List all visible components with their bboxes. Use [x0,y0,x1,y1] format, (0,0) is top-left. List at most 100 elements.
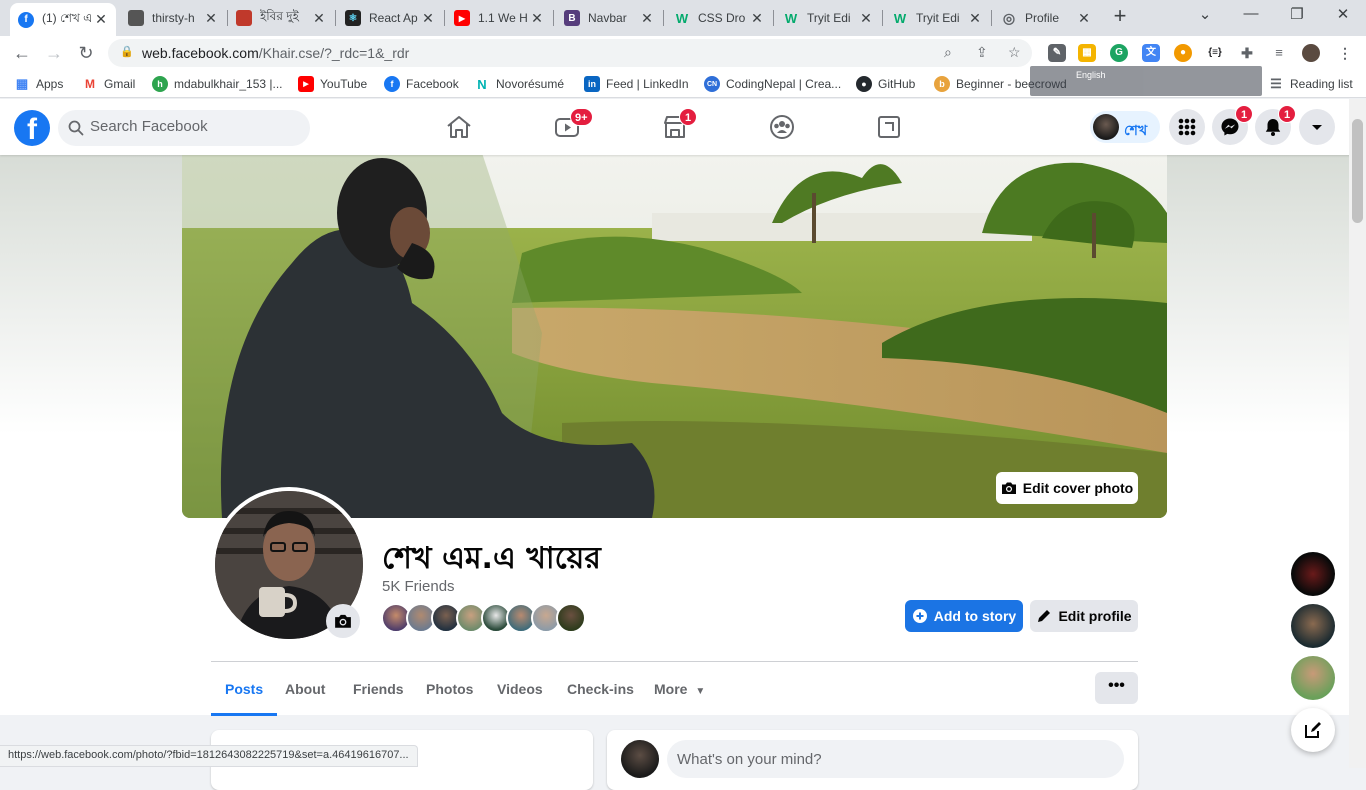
contact-bubble-1[interactable] [1291,552,1335,596]
forward-arrow-icon[interactable]: → [42,41,66,65]
friend-avatar[interactable] [556,603,586,633]
tab-title: 1.1 We H [478,11,528,25]
lock-icon: 🔒 [120,46,134,58]
firefox-extension-icon[interactable]: ● [1174,44,1192,62]
w3schools-favicon-icon: W [893,10,907,26]
bookmark-label: Gmail [104,77,136,91]
scrollbar-thumb[interactable] [1352,119,1363,223]
close-tab-icon[interactable]: ✕ [640,10,654,27]
media-control-icon[interactable]: ≡ [1270,44,1288,62]
profile-shortcut[interactable]: শেখ [1090,111,1160,143]
browser-tab-thirsty[interactable]: thirsty-h ✕ [120,4,226,32]
cover-photo[interactable] [182,153,1167,518]
restore-button[interactable]: ❐ [1282,5,1312,27]
bookmark-gmail[interactable]: M Gmail [82,76,135,92]
extensions-puzzle-icon[interactable]: ✚ [1238,44,1256,62]
eyedropper-extension-icon[interactable]: ✎ [1048,44,1066,62]
close-tab-icon[interactable]: ✕ [530,10,544,27]
profile-options-button[interactable]: ••• [1095,672,1138,704]
youtube-icon: ▶ [298,76,314,92]
zoom-icon[interactable]: ⌕ [944,44,952,61]
close-tab-icon[interactable]: ✕ [859,10,873,27]
browser-tab-tryit-1[interactable]: W Tryit Edi ✕ [775,4,881,32]
page-scrollbar[interactable] [1349,99,1366,768]
composer-input[interactable]: What's on your mind? [667,740,1124,778]
contact-bubble-3[interactable] [1291,656,1335,700]
bookmark-star-icon[interactable]: ☆ [1008,44,1021,61]
caret-down-icon: ▼ [695,686,706,697]
search-box[interactable] [58,110,310,146]
tab-videos[interactable]: Videos [483,662,557,716]
close-tab-icon[interactable]: ✕ [968,10,982,27]
facebook-logo-icon[interactable]: f [14,110,50,146]
edit-cover-photo-button[interactable]: Edit cover photo [996,472,1138,504]
apps-grid-icon: ▦ [15,76,29,91]
browser-tab-news[interactable]: ইবির দুই ✕ [228,4,334,32]
bookmark-github[interactable]: ● GitHub [856,76,915,92]
close-window-button[interactable]: ✕ [1328,5,1358,27]
bookmark-label: Feed | LinkedIn [606,77,689,91]
grammarly-extension-icon[interactable]: G [1110,44,1128,62]
contact-bubble-2[interactable] [1291,604,1335,648]
colorzilla-extension-icon[interactable]: ▦ [1078,44,1096,62]
reading-list-button[interactable]: ☰ Reading list [1268,76,1353,92]
home-icon[interactable] [444,112,474,142]
google-translate-toolbar[interactable]: English [1030,66,1262,96]
address-bar[interactable]: 🔒 web.facebook.com/Khair.cse/?_rdc=1&_rd… [108,39,1032,67]
tab-posts[interactable]: Posts [211,662,278,716]
profile-avatar-icon[interactable] [1302,44,1320,62]
browser-tab-css-dropdown[interactable]: W CSS Dro ✕ [666,4,772,32]
groups-icon[interactable] [767,112,797,142]
browser-tab-youtube[interactable]: ▶ 1.1 We H ✕ [446,4,552,32]
friends-count[interactable]: 5K Friends [382,578,455,595]
close-tab-icon[interactable]: ✕ [750,10,764,27]
tab-friends[interactable]: Friends [339,662,418,716]
minimize-button[interactable]: — [1236,5,1266,27]
json-extension-icon[interactable]: {≡} [1206,44,1224,62]
bookmark-facebook[interactable]: f Facebook [384,76,459,92]
browser-tab-navbar[interactable]: B Navbar ✕ [556,4,662,32]
translate-extension-icon[interactable]: 文 [1142,44,1160,62]
update-profile-picture-button[interactable] [326,604,360,638]
menu-button[interactable] [1169,109,1205,145]
bookmark-novoresume[interactable]: N Novorésumé [474,76,564,92]
avatar [1093,114,1119,140]
bookmark-linkedin[interactable]: in Feed | LinkedIn [584,76,689,92]
add-to-story-button[interactable]: Add to story [905,600,1023,632]
tab-more-label: More [654,681,688,697]
search-input[interactable] [90,118,290,135]
reload-icon[interactable]: ↻ [74,41,98,65]
tab-about[interactable]: About [271,662,339,716]
bookmark-apps[interactable]: ▦ Apps [14,76,64,92]
react-favicon-icon: ⚛ [345,10,361,26]
browser-tab-facebook[interactable]: f (1) শেখ এ ✕ [10,3,116,36]
cover-photo-image [182,153,1167,518]
browser-tab-tryit-2[interactable]: W Tryit Edi ✕ [884,4,990,32]
close-tab-icon[interactable]: ✕ [1077,10,1091,27]
bookmark-youtube[interactable]: ▶ YouTube [298,76,367,92]
new-tab-button[interactable]: + [1108,5,1132,29]
tab-photos[interactable]: Photos [412,662,487,716]
browser-tab-react[interactable]: ⚛ React Ap ✕ [337,4,443,32]
bookmark-codingnepal[interactable]: CN CodingNepal | Crea... [704,76,841,92]
hackerrank-icon: h [152,76,168,92]
edit-profile-button[interactable]: Edit profile [1030,600,1138,632]
browser-menu-icon[interactable]: ⋮ [1336,44,1354,62]
tab-check-ins[interactable]: Check-ins [553,662,648,716]
bookmark-label: CodingNepal | Crea... [726,77,842,91]
novoresume-icon: N [477,76,487,92]
tab-separator [663,10,664,26]
tab-search-icon[interactable]: ⌄ [1190,5,1220,27]
gaming-icon[interactable] [874,112,904,142]
close-tab-icon[interactable]: ✕ [204,10,218,27]
back-arrow-icon[interactable]: ← [10,41,34,65]
share-icon[interactable]: ⇪ [976,44,988,61]
close-tab-icon[interactable]: ✕ [312,10,326,27]
tab-more[interactable]: More ▼ [640,662,719,716]
close-tab-icon[interactable]: ✕ [94,11,108,28]
close-tab-icon[interactable]: ✕ [421,10,435,27]
bookmark-mdabulkhair[interactable]: h mdabulkhair_153 |... [152,76,283,92]
browser-tab-profile[interactable]: ◎ Profile ✕ [993,4,1099,32]
new-message-button[interactable] [1291,708,1335,752]
account-button[interactable] [1299,109,1335,145]
